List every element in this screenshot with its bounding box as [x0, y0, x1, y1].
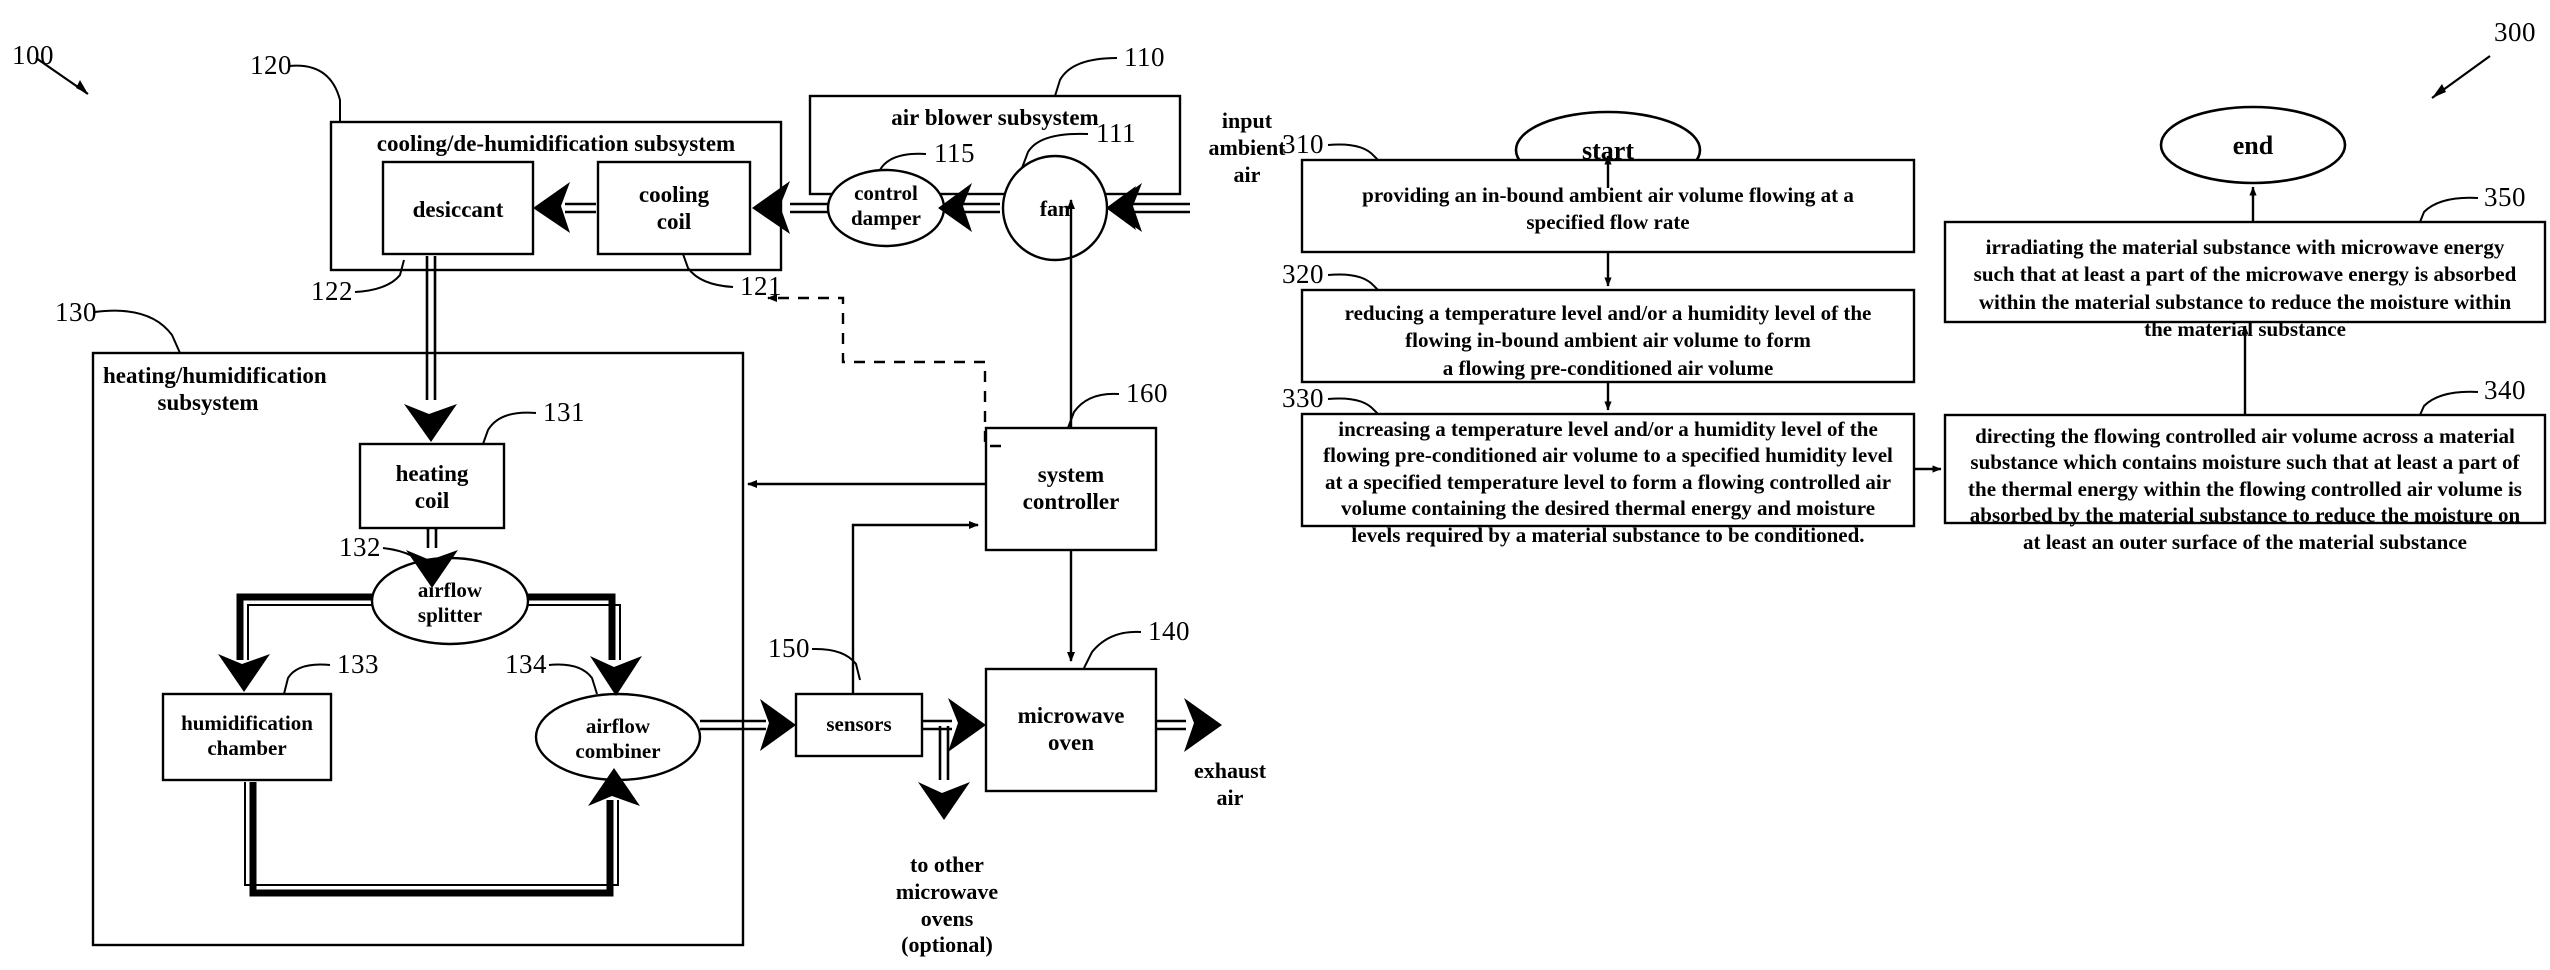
ref-320: 320 [1282, 259, 1324, 289]
ref-122: 122 [311, 276, 353, 306]
step-330-text: increasing a temperature level and/or a … [1323, 417, 1893, 547]
airflow-desiccant-to-heatingcoil [404, 256, 457, 442]
sensors-box [794, 692, 924, 758]
sensor-feedback-line [851, 521, 979, 694]
cooling-coil-box [596, 160, 752, 256]
leader-131 [482, 411, 537, 445]
airflow-coolingcoil-to-desiccant [533, 182, 596, 233]
leader-140 [1083, 630, 1142, 669]
step-350-text: irradiating the material substance with … [1973, 235, 2517, 341]
ref-134: 134 [505, 649, 547, 679]
ref-130: 130 [55, 297, 97, 327]
leader-122 [354, 259, 405, 293]
airflow-sensors-to-oven [922, 698, 986, 752]
ref-133: 133 [337, 649, 379, 679]
step-340-text: directing the flowing controlled air vol… [1968, 424, 2522, 554]
leader-110 [1054, 57, 1118, 97]
desiccant-box [381, 160, 535, 256]
airflow-damper-to-coolingcoil [752, 181, 828, 234]
figure-300-pointer [2431, 55, 2491, 99]
dashed-ctrl-line-to-cooling [767, 294, 1001, 448]
ref-160: 160 [1126, 378, 1168, 408]
ref-111: 111 [1096, 118, 1136, 148]
airflow-combiner-label: airflow combiner [575, 714, 661, 764]
leader-133 [283, 663, 331, 695]
leader-320 [1327, 273, 1379, 291]
humidification-chamber-box [161, 692, 333, 782]
leader-134 [548, 663, 598, 695]
control-damper-label: control damper [851, 181, 921, 230]
leader-130 [94, 309, 181, 354]
ref-110: 110 [1124, 42, 1165, 72]
ref-310: 310 [1282, 129, 1324, 159]
ref-132: 132 [339, 532, 381, 562]
microwave-oven-box [984, 667, 1158, 793]
leader-340 [2419, 390, 2479, 416]
airflow-chamber-to-combiner-loop [244, 768, 640, 897]
ref-100: 100 [12, 40, 54, 70]
ref-120: 120 [250, 50, 292, 80]
ref-150: 150 [768, 633, 810, 663]
heating-subsystem-box [91, 351, 745, 947]
fan-label: fan [1039, 196, 1071, 221]
leader-160 [1067, 392, 1120, 429]
ref-330: 330 [1282, 383, 1324, 413]
ref-131: 131 [543, 397, 585, 427]
airflow-combiner-to-sensors [700, 699, 796, 751]
step-310-text: providing an in-bound ambient air volume… [1362, 183, 1854, 235]
end-label: end [2232, 131, 2274, 160]
ref-350: 350 [2484, 182, 2526, 212]
airflow-oven-to-exhaust [1156, 698, 1222, 752]
exhaust-air-label: exhaust air [1193, 758, 1267, 810]
leader-310 [1327, 143, 1379, 161]
leader-330 [1327, 397, 1379, 415]
start-label: start [1582, 136, 1634, 165]
ref-140: 140 [1148, 616, 1190, 646]
leader-120 [288, 64, 341, 122]
airflow-splitter-right-branch [528, 593, 642, 696]
leader-350 [2419, 196, 2479, 223]
ref-115: 115 [934, 138, 975, 168]
ref-300: 300 [2494, 17, 2536, 47]
ref-340: 340 [2484, 375, 2526, 405]
airflow-fan-to-damper [938, 183, 1000, 232]
heating-coil-box [358, 442, 506, 530]
ref-121: 121 [740, 271, 782, 301]
to-other-ovens-label: to other microwave ovens (optional) [895, 852, 999, 958]
airflow-input-to-fan [1106, 183, 1190, 232]
step-320-text: reducing a temperature level and/or a hu… [1344, 301, 1872, 380]
patent-figure-canvas: 100 120 110 130 111 115 121 122 131 132 … [0, 0, 2550, 970]
system-controller-box [984, 426, 1158, 552]
airflow-splitter-label: airflow splitter [417, 578, 483, 628]
